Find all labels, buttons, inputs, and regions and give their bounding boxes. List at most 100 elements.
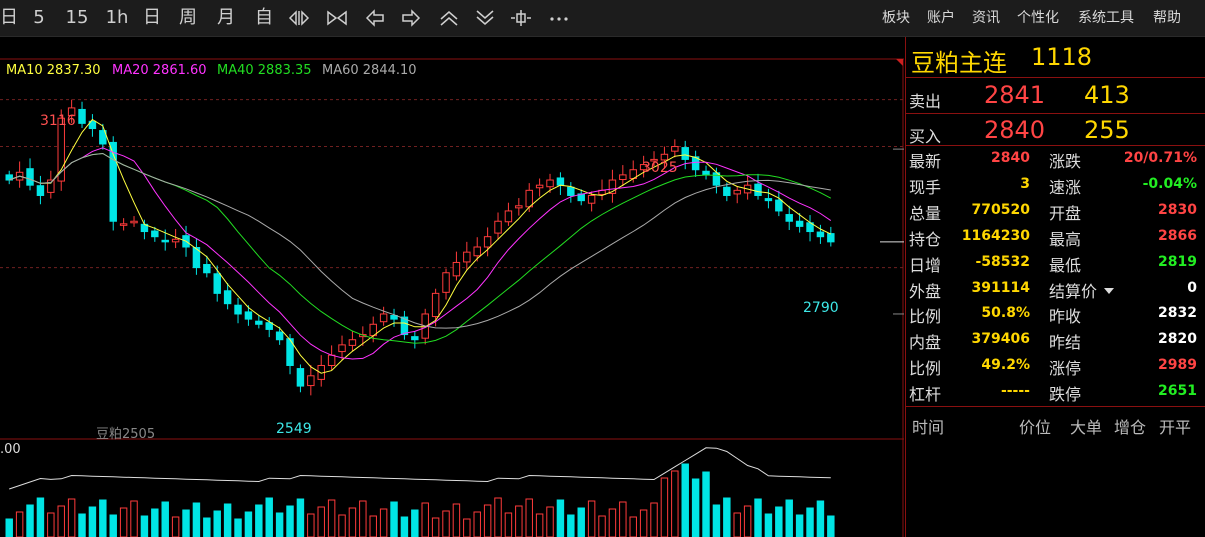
crosshair-cursor-icon[interactable] xyxy=(510,8,532,28)
volume-bar xyxy=(442,510,450,537)
candle xyxy=(411,336,419,341)
volume-bar xyxy=(483,504,492,537)
candle xyxy=(463,251,471,263)
candle xyxy=(296,368,305,387)
volume-bar xyxy=(223,503,232,537)
candle xyxy=(702,170,710,176)
kline-chart[interactable]: MA10 2837.30 MA20 2861.60 MA40 2883.35 M… xyxy=(0,37,904,537)
volume-scale-label: .00 xyxy=(0,442,21,457)
volume-bar xyxy=(317,506,325,537)
zoom-in-icon[interactable] xyxy=(288,8,310,28)
volume-bar xyxy=(723,497,731,537)
high-label: 3116 xyxy=(40,113,76,129)
quote-value: 2866 xyxy=(1158,227,1197,244)
period-month[interactable]: 月 xyxy=(214,0,238,36)
sell-price[interactable]: 2841 xyxy=(984,81,1045,109)
quote-value: 1164230 xyxy=(961,227,1030,244)
quote-value: 3 xyxy=(1020,175,1030,192)
buy-price[interactable]: 2840 xyxy=(984,116,1045,144)
quote-value: 20/0.71% xyxy=(1123,150,1197,166)
kline-canvas[interactable] xyxy=(0,37,904,537)
volume-bar xyxy=(411,509,419,537)
trade-col-header[interactable]: 开平 xyxy=(1159,414,1191,438)
quote-value: 770520 xyxy=(971,201,1030,218)
menu-news[interactable]: 资讯 xyxy=(972,0,1000,36)
more-icon[interactable] xyxy=(548,8,570,28)
candle xyxy=(494,220,502,234)
volume-bar xyxy=(463,518,471,537)
volume-bar xyxy=(660,477,669,537)
period-day-partial[interactable]: 日 xyxy=(0,0,18,36)
ma10-line xyxy=(9,118,832,374)
volume-bar xyxy=(286,505,294,537)
quote-value: -0.04% xyxy=(1142,175,1197,192)
period-custom[interactable]: 自 xyxy=(252,0,276,36)
volume-bar xyxy=(244,511,253,537)
chevron-up-icon[interactable] xyxy=(438,8,460,28)
volume-bar xyxy=(671,470,679,537)
quote-value: 2832 xyxy=(1158,305,1197,322)
chevron-down-icon[interactable] xyxy=(474,8,496,28)
volume-bar xyxy=(130,500,138,537)
volume-bar xyxy=(577,507,585,537)
volume-bar xyxy=(452,503,461,537)
candle xyxy=(504,210,513,223)
period-15min[interactable]: 15 xyxy=(62,0,92,36)
volume-bar xyxy=(99,499,107,537)
low-label: 2549 xyxy=(276,421,312,437)
volume-bar xyxy=(494,497,502,537)
candle xyxy=(223,290,232,305)
candle xyxy=(525,189,533,208)
volume-bar xyxy=(754,498,762,537)
ma40-line xyxy=(9,152,832,344)
volume-bar xyxy=(546,506,554,537)
quote-label: 开盘 xyxy=(1049,203,1082,223)
candle xyxy=(244,311,253,320)
instrument-name: 豆粕主连 xyxy=(911,49,1007,77)
quote-label: 涨跌 xyxy=(1049,152,1082,171)
arrow-right-icon[interactable] xyxy=(400,8,422,28)
quote-label: 昨收 xyxy=(1049,307,1082,327)
period-day[interactable]: 日 xyxy=(140,0,164,36)
quote-label: 杠杆 xyxy=(909,385,942,405)
quote-label: 总量 xyxy=(909,203,942,223)
volume-bar xyxy=(629,516,637,537)
trade-col-header[interactable]: 价位 xyxy=(1019,414,1051,438)
volume-bar xyxy=(619,501,627,537)
zoom-out-icon[interactable] xyxy=(326,8,348,28)
volume-bar xyxy=(702,471,710,537)
quote-value: 50.8% xyxy=(981,305,1030,322)
volume-bar xyxy=(650,502,658,537)
volume-bar xyxy=(255,504,263,537)
contract-label: 豆粕2505 xyxy=(96,427,156,442)
volume-bar xyxy=(691,478,700,537)
ma10-label: MA10 2837.30 xyxy=(6,63,101,78)
volume-bar xyxy=(431,517,440,537)
menu-sector[interactable]: 板块 xyxy=(882,0,910,36)
quote-value: 2820 xyxy=(1158,331,1197,348)
period-week[interactable]: 周 xyxy=(176,0,200,36)
quote-value: 2989 xyxy=(1158,357,1197,374)
period-1h[interactable]: 1h xyxy=(104,0,130,36)
trade-col-header[interactable]: 大单 xyxy=(1070,414,1102,438)
menu-personalize[interactable]: 个性化 xyxy=(1017,0,1059,36)
menu-system-tools[interactable]: 系统工具 xyxy=(1078,0,1134,36)
volume-bar xyxy=(816,500,825,537)
menu-help[interactable]: 帮助 xyxy=(1153,0,1181,36)
trade-col-header[interactable]: 时间 xyxy=(912,414,944,438)
volume-bar xyxy=(567,514,575,537)
ma40-label: MA40 2883.35 xyxy=(217,63,312,78)
volume-bar xyxy=(421,502,429,537)
candle xyxy=(775,199,783,212)
volume-bar xyxy=(338,514,346,537)
settle-dropdown-icon[interactable] xyxy=(1104,287,1114,295)
candle xyxy=(26,168,34,186)
volume-bar xyxy=(806,507,814,537)
arrow-left-icon[interactable] xyxy=(364,8,386,28)
trade-col-header[interactable]: 增仓 xyxy=(1114,414,1146,438)
volume-bar xyxy=(109,514,117,537)
candle xyxy=(515,205,523,209)
menu-account[interactable]: 账户 xyxy=(927,0,955,36)
period-5min[interactable]: 5 xyxy=(28,0,50,36)
candle xyxy=(171,238,180,243)
